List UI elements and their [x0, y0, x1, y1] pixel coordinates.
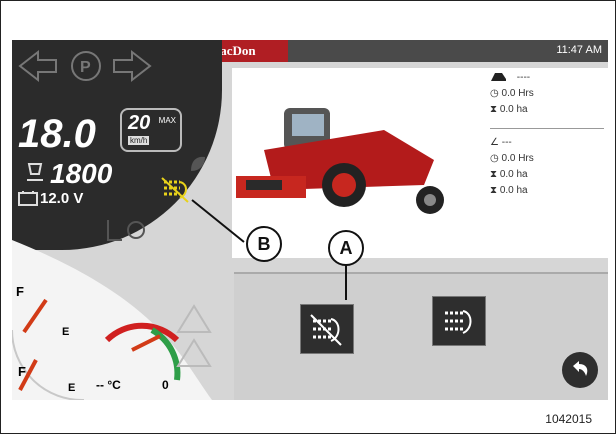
callout-leaders [191, 199, 347, 300]
callout-a: A [328, 230, 364, 266]
callout-b: B [246, 226, 282, 262]
figure-number: 1042015 [545, 412, 592, 426]
